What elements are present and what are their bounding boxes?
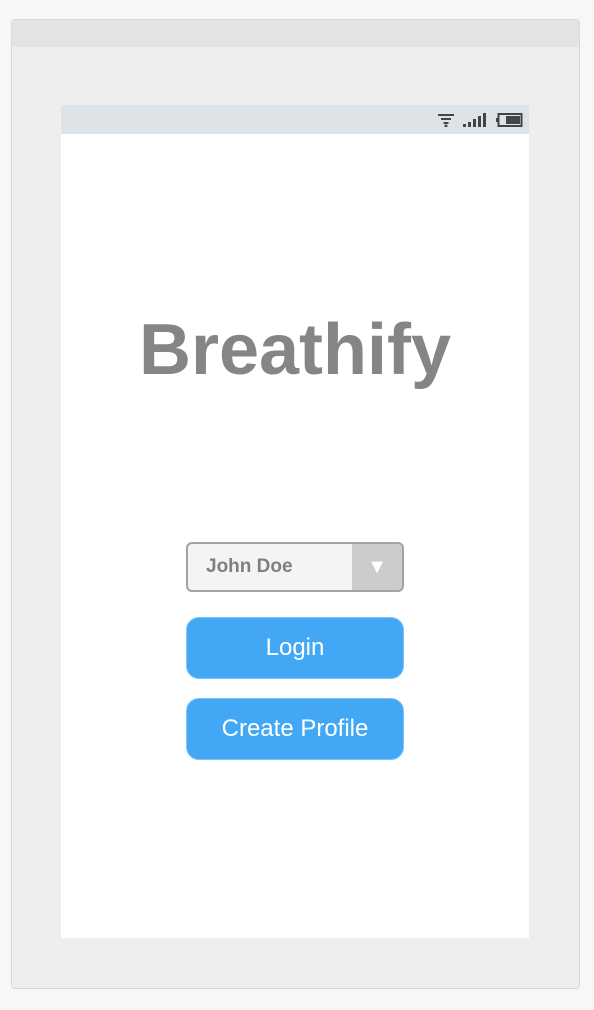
dropdown-arrow-icon[interactable]: ▼ [352, 544, 402, 590]
status-icons [438, 111, 523, 129]
user-select-dropdown[interactable]: John Doe ▼ [186, 542, 404, 592]
app-title: Breathify [138, 310, 452, 390]
app-screen: Breathify John Doe ▼ Login Create Profil… [61, 105, 529, 938]
wifi-icon [438, 113, 454, 127]
create-profile-button[interactable]: Create Profile [186, 698, 404, 760]
signal-icon [463, 113, 487, 127]
status-bar [61, 105, 529, 134]
battery-icon [496, 113, 523, 127]
device-top-bar [12, 20, 579, 47]
user-select-value: John Doe [206, 556, 293, 577]
login-button[interactable]: Login [186, 617, 404, 679]
